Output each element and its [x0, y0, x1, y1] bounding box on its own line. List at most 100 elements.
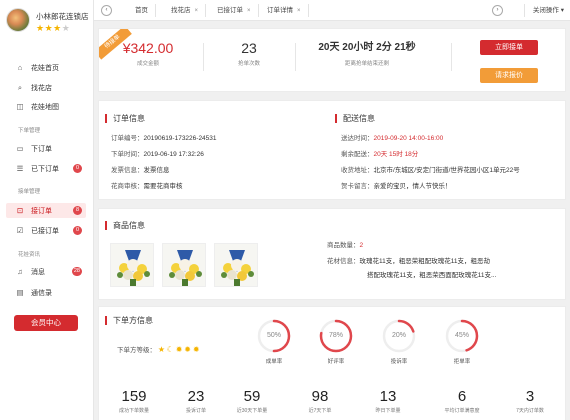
- tab-label: 首页: [135, 7, 148, 14]
- map-icon: ◫: [16, 102, 24, 111]
- sidebar-item-label: 花娃首页: [31, 64, 59, 72]
- review-value: 需要花商审核: [143, 183, 183, 190]
- badge: 28: [71, 267, 82, 276]
- address-label: 收货地址：: [341, 167, 374, 174]
- product-image[interactable]: [110, 243, 154, 287]
- request-quote-button[interactable]: 请求报价: [480, 68, 538, 83]
- invoice-row: 发票信息：发票信息: [111, 164, 170, 174]
- delivery-info-title: 配送信息: [335, 114, 375, 123]
- sidebar-item-messages[interactable]: ♫ 消息 28: [6, 264, 86, 279]
- stat-label: 平均订单满意度: [444, 408, 480, 414]
- address-value: 北京市/东城区/安定门街道/世界花园小区1单元22号: [373, 167, 520, 174]
- product-image[interactable]: [214, 243, 258, 287]
- rate-gauge: 78%: [318, 318, 354, 354]
- sidebar-item-label: 找花店: [31, 84, 52, 92]
- section-accept: 接单管理: [18, 189, 41, 195]
- tab-accepted-orders[interactable]: 已接订单 ×: [210, 4, 259, 17]
- goods-qty-label: 商品数量：: [327, 242, 360, 249]
- stat-value: 13: [379, 388, 397, 405]
- sidebar-item-find-shop[interactable]: ⌕ 找花店: [6, 80, 86, 95]
- tab-bar: ‹ 首页 找花店 × 已接订单 × 订单详情 × › 关闭操作 ▾: [94, 0, 570, 21]
- sun-icon: ✹: [184, 345, 191, 354]
- vip-center-button[interactable]: 会员中心: [14, 315, 78, 331]
- accept-now-button[interactable]: 立即接单: [480, 40, 538, 55]
- remaining-row: 剩余配送：20天 15时 18分: [341, 148, 418, 158]
- shop-avatar[interactable]: [6, 8, 30, 32]
- tab-scroll-left-icon[interactable]: ‹: [101, 5, 112, 16]
- stat-value: 3: [525, 388, 535, 405]
- sidebar-item-accept-order[interactable]: ⊡ 接订单 8: [6, 203, 86, 218]
- sidebar-item-place-order[interactable]: ▭ 下订单: [6, 141, 86, 156]
- gauge-value: 78%: [328, 332, 343, 339]
- sun-icon: ✹: [175, 345, 183, 354]
- order-time-value: 2019-06-19 17:32:26: [143, 151, 204, 158]
- home-icon: ⌂: [17, 63, 23, 72]
- gauge-label: 成单率: [265, 359, 283, 365]
- goods-info-title: 商品信息: [105, 221, 145, 230]
- divider: [451, 43, 452, 71]
- order-number-value: 20190619-173226-24531: [143, 135, 217, 142]
- contacts-icon: ▤: [16, 288, 24, 297]
- invoice-label: 发票信息：: [111, 167, 144, 174]
- close-operations-menu[interactable]: 关闭操作 ▾: [523, 4, 564, 17]
- shop-rating: ★★★★: [36, 23, 70, 34]
- stat-value: 159: [121, 388, 147, 405]
- sidebar-item-label: 消息: [31, 268, 45, 276]
- sidebar-item-label: 通信录: [31, 289, 52, 297]
- shop-profile[interactable]: 小林郎花连锁店 ★★★★: [6, 6, 92, 36]
- material-row: 花材信息：玫瑰花11支，粗恶荣粗配玫瑰花11支，粗恶劫: [327, 255, 490, 265]
- sidebar: 小林郎花连锁店 ★★★★ ⌂ 花娃首页 ⌕ 找花店 ◫ 花娃地图 下单管理 ▭ 下订单 …: [0, 0, 94, 420]
- buyer-level-row: 下单方等级： ★ ☾ ✹ ✹ ✹: [117, 344, 200, 354]
- buyer-stat: 13 昨日下单量: [358, 388, 418, 414]
- order-number-label: 订单编号：: [111, 135, 144, 142]
- product-image[interactable]: [162, 243, 206, 287]
- delivery-time-row: 送达时间：2019-09-20 14:00-16:00: [341, 132, 443, 142]
- delivery-time-label: 送达时间：: [341, 135, 374, 142]
- tab-find-shop[interactable]: 找花店 ×: [164, 4, 207, 17]
- grab-count-value: 23: [241, 40, 257, 56]
- check-document-icon: ☑: [16, 226, 24, 235]
- gauge-label: 投诉率: [390, 359, 408, 365]
- gauge-value: 45%: [454, 332, 469, 339]
- buyer-stat: 3 7天内订单数: [500, 388, 560, 414]
- buyer-stat: 6 平均订单满意度: [432, 388, 492, 414]
- review-label: 花商审核：: [111, 183, 144, 190]
- buyer-stat: 98 近7天下单: [290, 388, 350, 414]
- stat-value: 6: [457, 388, 467, 405]
- grab-count-label: 抢单次数: [237, 61, 260, 67]
- close-icon[interactable]: ×: [195, 8, 199, 14]
- sidebar-item-label: 下订单: [31, 145, 52, 153]
- shop-name: 小林郎花连锁店: [36, 12, 89, 21]
- amount-label: 成交金额: [136, 61, 159, 67]
- sidebar-item-accepted-orders[interactable]: ☑ 已接订单 0: [6, 223, 86, 238]
- close-icon[interactable]: ×: [247, 8, 251, 14]
- tab-scroll-right-icon[interactable]: ›: [492, 5, 503, 16]
- countdown-label: 距离抢单结束还剩: [344, 61, 389, 67]
- stat-label: 投诉订单: [185, 408, 206, 414]
- buyer-info-title: 下单方信息: [105, 316, 153, 325]
- tab-home[interactable]: 首页: [128, 4, 156, 17]
- sidebar-item-contacts[interactable]: ▤ 通信录: [6, 285, 86, 300]
- order-time-row: 下单时间：2019-06-19 17:32:26: [111, 148, 204, 158]
- close-icon[interactable]: ×: [297, 8, 301, 14]
- divider: [203, 43, 204, 71]
- gauge-value: 20%: [391, 332, 406, 339]
- badge: 8: [73, 206, 82, 215]
- stat-value: 23: [187, 388, 205, 405]
- tab-label: 已接订单: [217, 7, 243, 14]
- tab-order-detail[interactable]: 订单详情 ×: [260, 4, 309, 17]
- sidebar-item-home[interactable]: ⌂ 花娃首页: [6, 60, 86, 75]
- gauge-label: 拒单率: [453, 359, 471, 365]
- badge: 0: [73, 226, 82, 235]
- bouquet-image: [215, 244, 257, 286]
- material-line-1: 玫瑰花11支，粗恶荣粗配玫瑰花11支，粗恶劫: [359, 258, 491, 265]
- buyer-stat: 59 近30天下单量: [222, 388, 282, 414]
- order-number-row: 订单编号：20190619-173226-24531: [111, 132, 217, 142]
- star-icon: ★: [44, 23, 54, 33]
- buyer-stat: 23 投诉订单: [166, 388, 226, 414]
- invoice-value: 发票信息: [143, 167, 170, 174]
- sidebar-item-map[interactable]: ◫ 花娃地图: [6, 99, 86, 114]
- goods-qty-value: 2: [359, 242, 364, 249]
- sidebar-item-placed-orders[interactable]: ☰ 已下订单 0: [6, 161, 86, 176]
- grab-count-block: 23 抢单次数: [211, 39, 287, 67]
